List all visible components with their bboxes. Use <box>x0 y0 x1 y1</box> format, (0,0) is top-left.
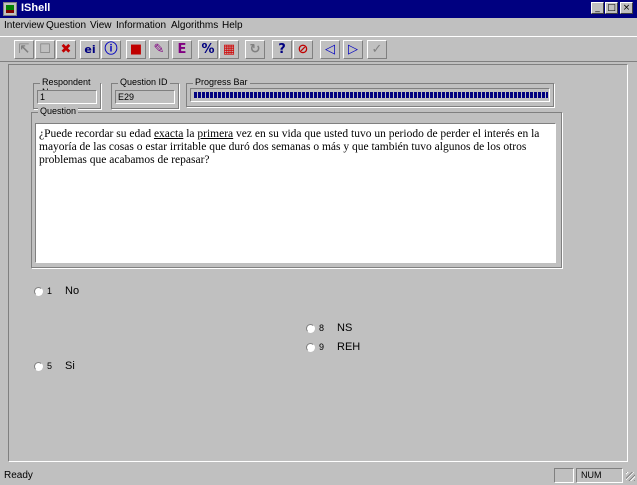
info-icon[interactable]: ⓘ <box>101 40 121 59</box>
status-panel-empty <box>554 468 574 483</box>
option-label: No <box>65 285 80 297</box>
question-id-group: Question ID E29 <box>111 77 179 109</box>
menu-interview[interactable]: Interview <box>4 20 44 31</box>
select-icon[interactable]: ☐ <box>35 40 55 59</box>
option-1-no[interactable]: 1 No <box>34 285 94 298</box>
next-icon[interactable]: ▷ <box>343 40 363 59</box>
num-lock-indicator: NUM <box>576 468 623 483</box>
progress-track <box>190 88 550 102</box>
question-text-part: exacta <box>153 128 184 140</box>
menu-view[interactable]: View <box>90 20 112 31</box>
radio-icon[interactable] <box>34 287 43 296</box>
option-code: 1 <box>47 286 53 296</box>
status-bar: Ready NUM <box>0 466 637 485</box>
option-9-reh[interactable]: 9 REH <box>306 341 376 354</box>
option-label: REH <box>337 341 361 353</box>
status-text: Ready <box>4 470 33 481</box>
ei-icon[interactable]: ei <box>80 40 100 59</box>
option-label: Si <box>65 360 75 372</box>
radio-icon[interactable] <box>306 343 315 352</box>
percent-icon[interactable]: % <box>198 40 218 59</box>
respondent-icon[interactable]: ⇱ <box>14 40 34 59</box>
minimize-button[interactable]: _ <box>591 2 604 14</box>
option-code: 8 <box>319 323 325 333</box>
previous-icon[interactable]: ◁ <box>320 40 340 59</box>
radio-icon[interactable] <box>306 324 315 333</box>
application-window: IShell _ □ × Interview Question View Inf… <box>0 0 637 485</box>
question-text-part: primera <box>197 128 234 140</box>
close-button[interactable]: × <box>620 2 633 14</box>
question-id-field: E29 <box>115 90 175 104</box>
respondent-number-field: 1 <box>37 90 97 104</box>
window-title: IShell <box>21 2 51 14</box>
menu-algorithms[interactable]: Algorithms <box>171 20 218 31</box>
question-label: Question <box>38 106 79 116</box>
record-icon[interactable]: ■ <box>126 40 146 59</box>
question-text-part: la <box>183 128 198 140</box>
menu-help[interactable]: Help <box>222 20 243 31</box>
question-id-label: Question ID <box>118 77 170 87</box>
option-code: 5 <box>47 361 53 371</box>
edit-icon[interactable]: ✎ <box>149 40 169 59</box>
checkmark-icon[interactable]: ✓ <box>367 40 387 59</box>
progress-label: Progress Bar <box>193 77 250 87</box>
menu-information[interactable]: Information <box>116 20 166 31</box>
option-8-ns[interactable]: 8 NS <box>306 322 376 335</box>
resize-grip-icon[interactable] <box>626 472 635 481</box>
progress-group: Progress Bar <box>186 77 554 107</box>
toolbar: ⇱ ☐ ✖ ei ⓘ ■ ✎ E % ▦ ↻ ? ⊘ ◁ ▷ ✓ <box>0 36 637 62</box>
radio-icon[interactable] <box>34 362 43 371</box>
title-bar: IShell _ □ × <box>0 0 637 18</box>
cancel-x-icon[interactable]: ✖ <box>56 40 76 59</box>
option-label: NS <box>337 322 353 334</box>
refresh-icon[interactable]: ↻ <box>245 40 265 59</box>
option-code: 9 <box>319 342 325 352</box>
app-icon[interactable] <box>3 2 17 16</box>
menu-bar: Interview Question View Information Algo… <box>0 18 637 34</box>
maximize-button[interactable]: □ <box>605 2 618 14</box>
palette-icon[interactable]: ▦ <box>219 40 239 59</box>
stop-icon[interactable]: ⊘ <box>293 40 313 59</box>
help-icon[interactable]: ? <box>272 40 292 59</box>
chart-icon[interactable]: E <box>172 40 192 59</box>
menu-question[interactable]: Question <box>46 20 86 31</box>
progress-fill <box>194 92 548 98</box>
question-text: ¿Puede recordar su edad exacta la primer… <box>35 123 556 263</box>
question-text-part: ¿Puede recordar su edad <box>39 128 154 140</box>
interview-panel: Respondent No 1 Question ID E29 Progress… <box>8 64 628 462</box>
question-group: Question ¿Puede recordar su edad exacta … <box>31 106 562 268</box>
option-5-si[interactable]: 5 Si <box>34 360 94 373</box>
